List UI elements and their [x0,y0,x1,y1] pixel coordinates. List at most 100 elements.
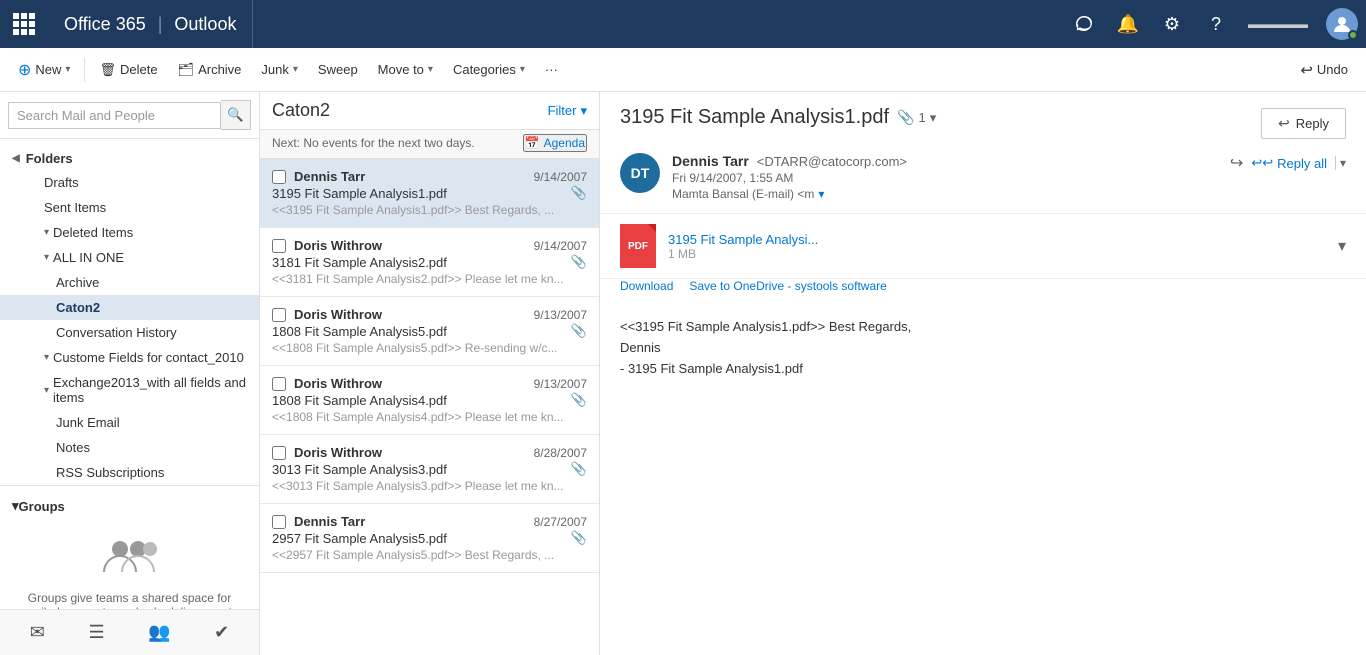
groups-header[interactable]: ▾ Groups [0,494,259,518]
to-expand-icon[interactable]: ▾ [818,187,824,201]
mail-icon[interactable]: ✉ [22,618,53,647]
people-icon[interactable]: 👥 [140,618,178,647]
skype-icon[interactable] [1062,0,1106,48]
undo-button[interactable]: ↩ Undo [1290,57,1358,83]
email-checkbox[interactable] [272,170,286,184]
avatar-circle [1326,8,1358,40]
attach-expand-icon[interactable]: ▾ [1338,236,1346,256]
search-bar: 🔍 [0,92,259,139]
next-bar: Next: No events for the next two days. 📅… [260,130,599,159]
forward-icon[interactable]: ↪ [1230,153,1243,173]
moveto-button[interactable]: Move to ▾ [368,58,443,81]
sender-actions: ↪ ↩↩ Reply all ▾ [1230,153,1346,173]
archive-label: Archive [198,62,241,77]
email-checkbox[interactable] [272,515,286,529]
reply-button[interactable]: ↩ Reply [1261,108,1346,139]
body-line-2: Dennis [620,338,1346,359]
toolbar: ⊕ New ▾ 🗑 Delete 🗂 Archive Junk ▾ Sweep … [0,48,1366,92]
folders-header[interactable]: ◀ Folders [0,147,259,170]
attach-name[interactable]: 3195 Fit Sample Analysi... [668,232,1326,247]
email-subject: 2957 Fit Sample Analysis5.pdf [272,531,587,546]
email-subject: 3195 Fit Sample Analysis1.pdf [272,186,587,201]
notification-icon[interactable]: 🔔 [1106,0,1150,48]
junk-label: Junk [261,62,288,77]
all-in-one-chevron: ▾ [44,252,49,263]
calendar-icon[interactable]: ☰ [80,618,112,647]
reply-all-dropdown-icon[interactable]: ▾ [1335,156,1346,170]
nav-conversation-history[interactable]: Conversation History [0,320,259,345]
categories-button[interactable]: Categories ▾ [443,58,535,81]
detail-title-text: 3195 Fit Sample Analysis1.pdf [620,106,889,129]
groups-section: ▾ Groups Groups give teams a shared spa [0,485,259,609]
junk-button[interactable]: Junk ▾ [251,58,308,81]
junk-email-label: Junk Email [56,415,120,430]
nav-deleted-items[interactable]: ▾ Deleted Items [0,220,259,245]
email-sender: Doris Withrow [294,376,534,391]
nav-exchange2013[interactable]: ▾ Exchange2013_with all fields and items [0,370,259,410]
next-label: Next: No events for the next two days. [272,136,475,150]
all-in-one-label: ALL IN ONE [53,250,124,265]
filter-button[interactable]: Filter ▾ [548,103,587,119]
help-icon[interactable]: ? [1194,0,1238,48]
waffle-button[interactable] [0,0,48,48]
nav-sent-items[interactable]: Sent Items [0,195,259,220]
email-date: 9/13/2007 [534,308,587,322]
more-button[interactable]: ··· [535,58,568,81]
email-list: Caton2 Filter ▾ Next: No events for the … [260,92,600,655]
nav-notes[interactable]: Notes [0,435,259,460]
junk-dropdown-icon[interactable]: ▾ [293,64,298,75]
email-subject: 3181 Fit Sample Analysis2.pdf [272,255,587,270]
new-dropdown-icon[interactable]: ▾ [65,64,70,75]
sweep-button[interactable]: Sweep [308,58,368,81]
folders-chevron: ◀ [12,153,20,164]
more-label: ··· [545,62,558,77]
detail-action-area: ↩ Reply [1261,108,1346,139]
email-preview: <<2957 Fit Sample Analysis5.pdf>> Best R… [272,548,587,562]
email-checkbox[interactable] [272,239,286,253]
attach-info: 3195 Fit Sample Analysi... 1 MB [668,232,1326,261]
deleted-items-label: Deleted Items [53,225,133,240]
nav-drafts[interactable]: Drafts [0,170,259,195]
email-preview: <<3013 Fit Sample Analysis3.pdf>> Please… [272,479,587,493]
categories-dropdown-icon[interactable]: ▾ [520,64,525,75]
nav-archive[interactable]: Archive [0,270,259,295]
reply-all-button[interactable]: ↩↩ Reply all [1251,155,1327,171]
nav-rss[interactable]: RSS Subscriptions [0,460,259,485]
save-to-onedrive-link[interactable]: Save to OneDrive - systools software [689,279,886,293]
list-item[interactable]: Doris Withrow 9/14/2007 3181 Fit Sample … [260,228,599,297]
filter-chevron-icon: ▾ [580,103,587,119]
sidebar: 🔍 ◀ Folders Drafts Sent Items ▾ Deleted … [0,92,260,655]
email-checkbox[interactable] [272,377,286,391]
email-checkbox[interactable] [272,446,286,460]
new-button[interactable]: ⊕ New ▾ [8,56,80,84]
settings-icon[interactable]: ⚙ [1150,0,1194,48]
list-item[interactable]: Dennis Tarr 9/14/2007 3195 Fit Sample An… [260,159,599,228]
email-preview: <<1808 Fit Sample Analysis5.pdf>> Re-sen… [272,341,587,355]
list-item[interactable]: Doris Withrow 9/13/2007 1808 Fit Sample … [260,297,599,366]
tasks-icon[interactable]: ✔ [206,618,237,647]
download-link[interactable]: Download [620,279,673,293]
delete-button[interactable]: 🗑 Delete [89,58,167,82]
nav-custom-fields[interactable]: ▾ Custome Fields for contact_2010 [0,345,259,370]
nav-caton2[interactable]: Caton2 [0,295,259,320]
groups-body: Groups give teams a shared space for ema… [0,518,259,609]
list-item[interactable]: Doris Withrow 9/13/2007 1808 Fit Sample … [260,366,599,435]
nav-all-in-one[interactable]: ▾ ALL IN ONE [0,245,259,270]
moveto-dropdown-icon[interactable]: ▾ [428,64,433,75]
email-checkbox[interactable] [272,308,286,322]
attachment-expand-icon[interactable]: ▾ [930,110,937,126]
email-sender: Dennis Tarr [294,514,534,529]
avatar[interactable] [1318,0,1366,48]
brand-name: Office 365 [64,14,146,35]
archive-button[interactable]: 🗂 Archive [168,58,252,82]
list-item[interactable]: Dennis Tarr 8/27/2007 2957 Fit Sample An… [260,504,599,573]
agenda-button[interactable]: 📅 Agenda [523,134,587,152]
search-button[interactable]: 🔍 [221,100,251,130]
nav-junk-email[interactable]: Junk Email [0,410,259,435]
attachment-row: PDF 3195 Fit Sample Analysi... 1 MB ▾ [600,214,1366,279]
email-subject: 1808 Fit Sample Analysis5.pdf [272,324,587,339]
search-input[interactable] [8,102,221,129]
email-item-header: Doris Withrow 9/14/2007 [272,238,587,253]
sender-meta: Fri 9/14/2007, 1:55 AM [672,171,1230,185]
list-item[interactable]: Doris Withrow 8/28/2007 3013 Fit Sample … [260,435,599,504]
